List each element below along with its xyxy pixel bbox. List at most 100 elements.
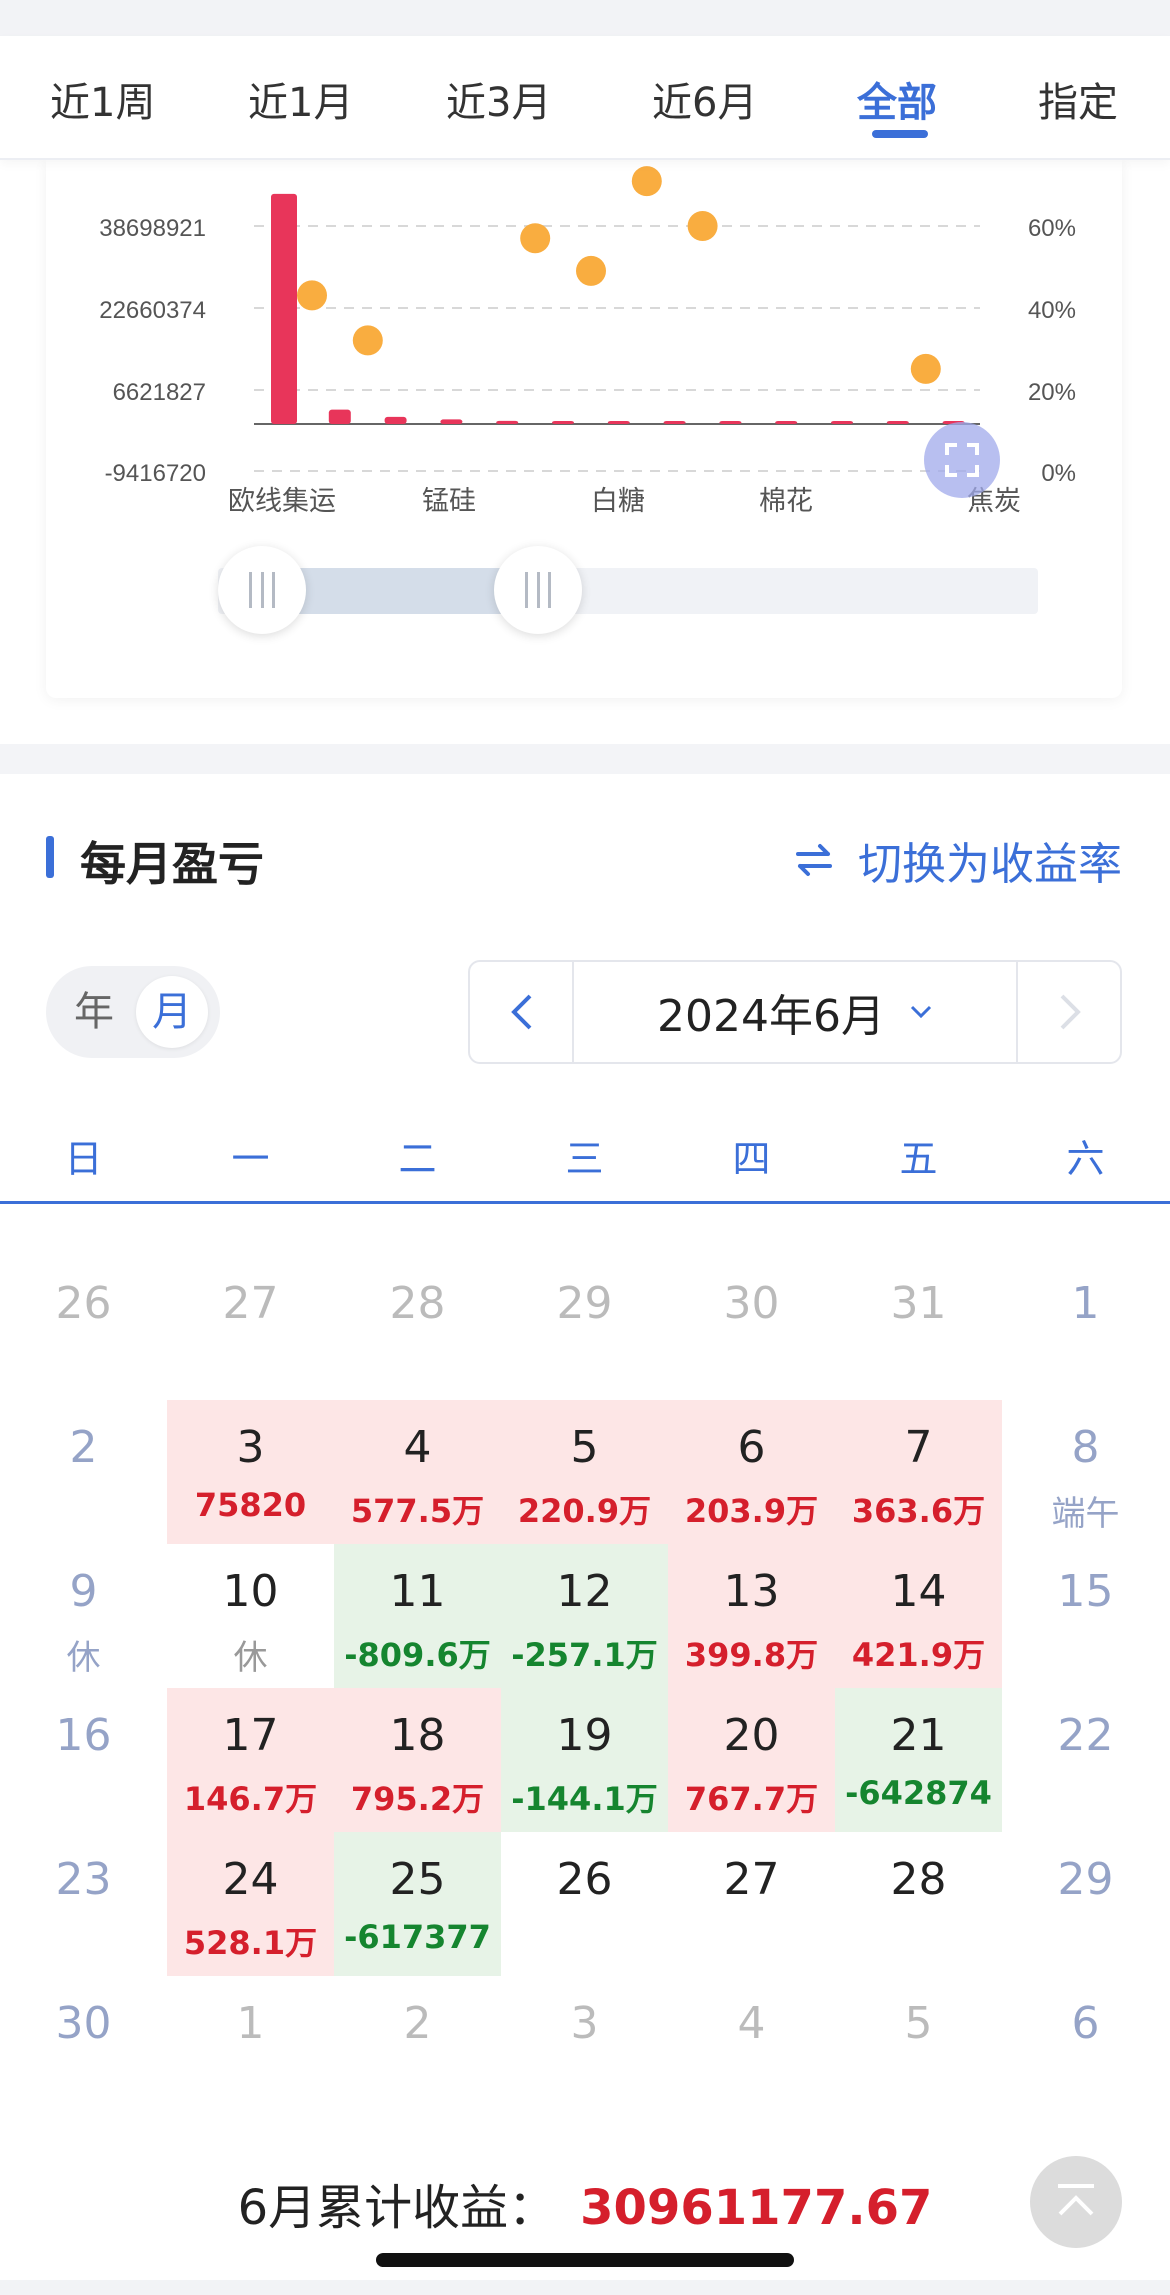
calendar-day[interactable]: 27 (167, 1256, 334, 1400)
calendar-day[interactable]: 25 -617377 (334, 1832, 501, 1976)
bar (271, 193, 297, 424)
section-accent-bar (46, 836, 54, 878)
day-number: 30 (55, 1998, 112, 2049)
bar (496, 420, 519, 424)
calendar-day[interactable]: 10 休 (167, 1544, 334, 1688)
calendar-day[interactable]: 21 -642874 (835, 1688, 1002, 1832)
calendar-day[interactable]: 22 (1002, 1688, 1169, 1832)
previous-month-button[interactable] (470, 962, 574, 1062)
toggle-year[interactable]: 年 (58, 976, 130, 1048)
switch-to-return-rate-button[interactable]: 切换为收益率 (792, 828, 1122, 892)
calendar-day[interactable]: 19 -144.1万 (501, 1688, 668, 1832)
rate-dot (910, 353, 941, 384)
calendar-day[interactable]: 4 (668, 1976, 835, 2120)
calendar-day[interactable]: 7 363.6万 (835, 1400, 1002, 1544)
calendar-day[interactable]: 8 端午 (1002, 1400, 1169, 1544)
tab-custom[interactable]: 指定 (1038, 70, 1118, 128)
tab-1-week[interactable]: 近1周 (50, 70, 155, 128)
period-tabs: 近1周 近1月 近3月 近6月 全部 指定 (0, 36, 1170, 160)
day-number: 26 (55, 1278, 112, 1329)
tab-6-months[interactable]: 近6月 (652, 70, 757, 128)
tab-1-month[interactable]: 近1月 (248, 70, 353, 128)
right-axis-tick: 0% (1041, 460, 1076, 487)
calendar-day[interactable]: 2 (0, 1400, 167, 1544)
day-number: 1 (236, 1998, 265, 2049)
expand-icon (945, 443, 979, 477)
bar (440, 419, 463, 424)
tab-3-months[interactable]: 近3月 (446, 70, 551, 128)
range-slider-left-handle[interactable] (218, 546, 306, 634)
bar (719, 421, 742, 424)
calendar-day[interactable]: 3 (501, 1976, 668, 2120)
right-axis-tick: 20% (1028, 379, 1076, 406)
calendar-day[interactable]: 28 (334, 1256, 501, 1400)
calendar-day[interactable]: 2 (334, 1976, 501, 2120)
day-number: 4 (737, 1998, 766, 2049)
calendar-day[interactable]: 30 (0, 1976, 167, 2120)
bar (384, 416, 407, 424)
calendar-day[interactable]: 1 (1002, 1256, 1169, 1400)
calendar-day[interactable]: 18 795.2万 (334, 1688, 501, 1832)
calendar-day[interactable]: 17 146.7万 (167, 1688, 334, 1832)
tab-all[interactable]: 全部 (857, 70, 937, 128)
profit-chart-card: 38698921 60% 22660374 40% 6621827 20% -9416720… (46, 160, 1122, 698)
day-number: 11 (389, 1566, 446, 1617)
back-to-top-icon (1058, 2184, 1094, 2216)
day-number: 22 (1057, 1710, 1114, 1761)
calendar-day[interactable]: 9休 (0, 1544, 167, 1688)
day-note: 端午 (1051, 1494, 1120, 1534)
day-number: 20 (723, 1710, 780, 1761)
back-to-top-button[interactable] (1030, 2156, 1122, 2248)
calendar-day[interactable]: 5 220.9万 (501, 1400, 668, 1544)
calendar-day[interactable]: 4 577.5万 (334, 1400, 501, 1544)
calendar-day[interactable]: 26 (0, 1256, 167, 1400)
calendar-day[interactable]: 29 (501, 1256, 668, 1400)
day-number: 7 (904, 1422, 933, 1473)
weekday-mon: 一 (231, 1137, 270, 1181)
calendar-day[interactable]: 14 421.9万 (835, 1544, 1002, 1688)
day-pnl: -617377 (344, 1918, 491, 1956)
calendar-day[interactable]: 24 528.1万 (167, 1832, 334, 1976)
range-slider-right-handle[interactable] (494, 546, 582, 634)
calendar-day[interactable]: 1 (167, 1976, 334, 2120)
expand-chart-button[interactable] (924, 422, 1000, 498)
calendar-day[interactable]: 26 (501, 1832, 668, 1976)
calendar-day[interactable]: 6 (1002, 1976, 1169, 2120)
calendar-day[interactable]: 23 (0, 1832, 167, 1976)
calendar-day[interactable]: 3 75820 (167, 1400, 334, 1544)
calendar-day[interactable]: 5 (835, 1976, 1002, 2120)
calendar-day[interactable]: 31 (835, 1256, 1002, 1400)
calendar-day[interactable]: 6 203.9万 (668, 1400, 835, 1544)
day-number: 15 (1057, 1566, 1114, 1617)
day-pnl: -144.1万 (511, 1780, 658, 1818)
left-axis-tick: 22660374 (99, 297, 206, 324)
weekday-wed: 三 (565, 1137, 604, 1181)
x-axis-tick: 白糖 (591, 486, 645, 517)
month-selector[interactable]: 2024年6月 (574, 962, 1016, 1062)
day-pnl: -257.1万 (511, 1636, 658, 1674)
bar (328, 409, 351, 424)
left-axis-tick: 6621827 (113, 379, 206, 406)
day-pnl: 75820 (194, 1486, 307, 1524)
calendar-day[interactable]: 12 -257.1万 (501, 1544, 668, 1688)
calendar-day[interactable]: 28 (835, 1832, 1002, 1976)
calendar-day[interactable]: 13 399.8万 (668, 1544, 835, 1688)
calendar-day[interactable]: 29 (1002, 1832, 1169, 1976)
calendar-day[interactable]: 15 (1002, 1544, 1169, 1688)
calendar-day[interactable]: 27 (668, 1832, 835, 1976)
day-note: 休 (233, 1638, 268, 1678)
calendar-day[interactable]: 16 (0, 1688, 167, 1832)
day-number: 8 (1071, 1422, 1100, 1473)
calendar-day[interactable]: 30 (668, 1256, 835, 1400)
day-number: 27 (222, 1278, 279, 1329)
calendar-day[interactable]: 11 -809.6万 (334, 1544, 501, 1688)
day-pnl: 528.1万 (183, 1924, 318, 1962)
bar (607, 421, 630, 424)
top-band (0, 0, 1170, 36)
next-month-button[interactable] (1016, 962, 1120, 1062)
toggle-month[interactable]: 月 (136, 976, 208, 1048)
rate-dot (631, 166, 662, 197)
day-number: 9 (69, 1566, 98, 1617)
calendar-day[interactable]: 20 767.7万 (668, 1688, 835, 1832)
year-month-toggle[interactable]: 年 月 (46, 966, 220, 1058)
